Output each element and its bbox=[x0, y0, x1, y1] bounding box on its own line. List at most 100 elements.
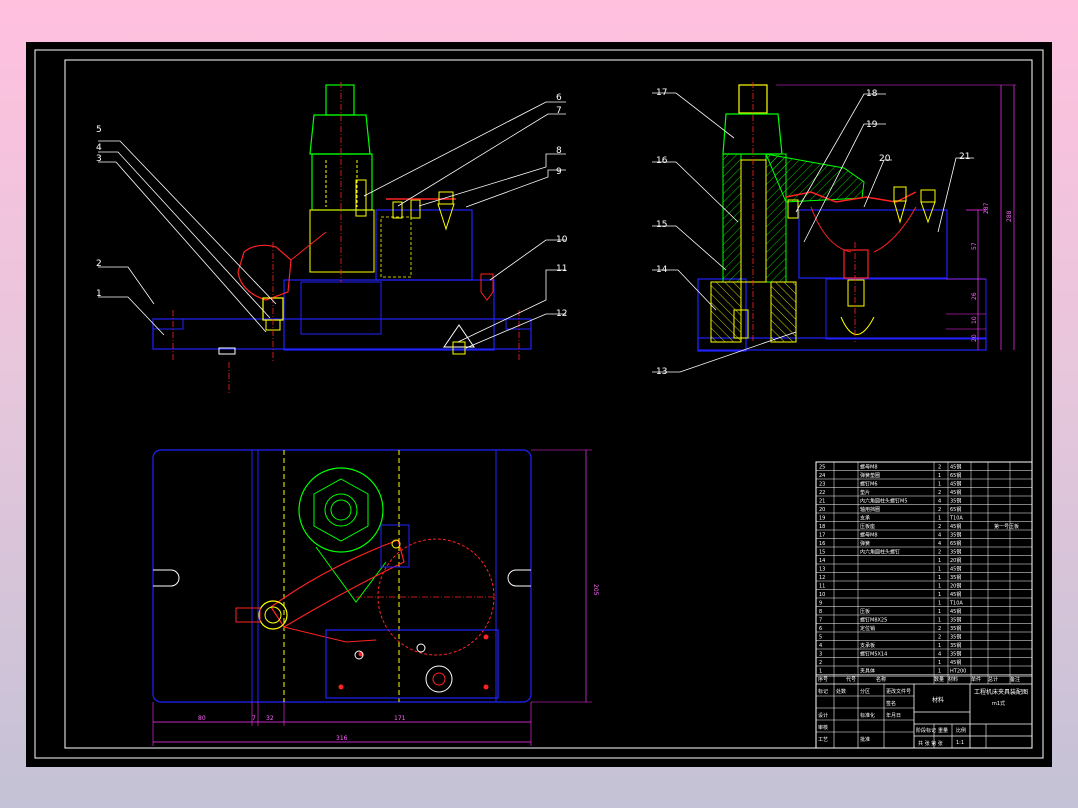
tb-col-unit: 单件 bbox=[971, 676, 981, 683]
bom-cell-name: 压板座 bbox=[860, 523, 875, 530]
top-view bbox=[152, 449, 592, 746]
tb-standardize: 标准化 bbox=[860, 712, 875, 719]
bom-cell-name: 螺母M8 bbox=[860, 532, 878, 539]
bom-cell-no: 21 bbox=[819, 499, 825, 505]
title-block bbox=[816, 675, 1032, 748]
bom-cell-name: 支承板 bbox=[860, 642, 875, 649]
part-label-13: 13 bbox=[656, 367, 667, 377]
bom-cell-mat: 65钢 bbox=[950, 472, 961, 479]
top-base-plate bbox=[152, 449, 532, 703]
bom-cell-no: 24 bbox=[819, 473, 825, 479]
bom-cell-name: 螺钉M6 bbox=[860, 481, 878, 488]
bom-cell-mat: 35钢 bbox=[950, 549, 961, 556]
bom-cell-no: 2 bbox=[819, 660, 822, 666]
part-label-16: 16 bbox=[656, 156, 668, 166]
front-view bbox=[98, 82, 566, 394]
dim-10: 10 bbox=[971, 316, 978, 324]
bom-cell-qty: 2 bbox=[938, 465, 941, 471]
bom-cell-no: 6 bbox=[819, 626, 822, 632]
bom-cell-no: 3 bbox=[819, 652, 822, 658]
tb-scale: 1:1 bbox=[956, 740, 964, 746]
bom-cell-qty: 1 bbox=[938, 567, 941, 573]
dim-32: 32 bbox=[266, 715, 274, 722]
bom-cell-name: 内六角圆柱头螺钉M5 bbox=[860, 498, 908, 505]
bom-cell-no: 22 bbox=[819, 490, 825, 496]
tb-chg-date: 年月日 bbox=[886, 712, 901, 719]
dim-288: 288 bbox=[1006, 210, 1013, 222]
bom-cell-qty: 2 bbox=[938, 507, 941, 513]
bom-cell-no: 4 bbox=[819, 643, 822, 649]
bom-cell-qty: 4 bbox=[938, 533, 941, 539]
part-label-5: 5 bbox=[96, 125, 102, 135]
tb-stage-mark: 阶段标记 bbox=[916, 727, 936, 734]
tb-sheet-info: 共 张 第 张 bbox=[918, 740, 943, 747]
bom-cell-qty: 1 bbox=[938, 609, 941, 615]
bom-cell-name: 压板 bbox=[860, 608, 870, 615]
bom-cell-no: 5 bbox=[819, 635, 822, 641]
part-label-3: 3 bbox=[96, 154, 102, 164]
tb-col-no: 序号 bbox=[818, 676, 828, 683]
bom-cell-no: 8 bbox=[819, 609, 822, 615]
bom-cell-mat: 45钢 bbox=[950, 608, 961, 615]
bom-cell-mat: 35钢 bbox=[950, 532, 961, 539]
part-label-4: 4 bbox=[96, 143, 102, 153]
top-clamp-nut bbox=[298, 467, 384, 553]
bom-cell-mat: 35钢 bbox=[950, 617, 961, 624]
bom-cell-qty: 2 bbox=[938, 635, 941, 641]
bom-cell-no: 13 bbox=[819, 567, 825, 573]
bom-cell-qty: 2 bbox=[938, 524, 941, 530]
bom-cell-qty: 1 bbox=[938, 558, 941, 564]
tb-col-name: 名称 bbox=[876, 676, 886, 683]
tb-role-design: 设计 bbox=[818, 712, 828, 719]
bom-cell-qty: 4 bbox=[938, 652, 941, 658]
dim-7: 7 bbox=[252, 715, 256, 722]
side-hatch-left bbox=[722, 153, 742, 283]
part-label-2: 2 bbox=[96, 259, 102, 269]
part-label-1: 1 bbox=[96, 289, 102, 299]
part-label-10: 10 bbox=[556, 235, 568, 245]
clamp-nut bbox=[309, 114, 371, 155]
part-label-18: 18 bbox=[866, 89, 878, 99]
dim-171: 171 bbox=[394, 715, 406, 722]
spring-housing bbox=[309, 209, 375, 273]
part-label-20: 20 bbox=[879, 154, 891, 164]
clamp-nut-top bbox=[325, 84, 355, 116]
fixture-block bbox=[375, 209, 473, 281]
bom-cell-name: 弹簧 bbox=[860, 540, 870, 547]
tb-chg-zone: 分区 bbox=[860, 688, 870, 695]
dim-57: 57 bbox=[971, 242, 978, 250]
bom-cell-mat: 45钢 bbox=[950, 659, 961, 666]
tb-col-total: 总计 bbox=[988, 676, 998, 683]
tb-drawing-title: 工程机床夹具装配图 bbox=[974, 688, 1028, 696]
bom-cell-mat: 45钢 bbox=[950, 481, 961, 488]
bom-cell-mat: 35钢 bbox=[950, 634, 961, 641]
bom-cell-name: 螺母M8 bbox=[860, 464, 878, 471]
bom-cell-qty: 1 bbox=[938, 592, 941, 598]
bom-cell-mat: 35钢 bbox=[950, 642, 961, 649]
bom-cell-qty: 1 bbox=[938, 660, 941, 666]
bom-cell-mat: 45钢 bbox=[950, 523, 961, 530]
bom-cell-no: 9 bbox=[819, 601, 822, 607]
bom-cell-mat: 45钢 bbox=[950, 591, 961, 598]
bom-cell-mat: 35钢 bbox=[950, 625, 961, 632]
bom-cell-no: 14 bbox=[819, 558, 825, 564]
bom-cell-mat: 65钢 bbox=[950, 506, 961, 513]
bom-cell-mat: 20钢 bbox=[950, 557, 961, 564]
bom-cell-mat: 45钢 bbox=[950, 464, 961, 471]
bom-cell-name: 内六角圆柱头螺钉 bbox=[860, 549, 900, 556]
bom-cell-name: 支承 bbox=[860, 515, 870, 522]
dim-80: 80 bbox=[198, 715, 206, 722]
bom-cell-name: 螺钉M8X25 bbox=[860, 617, 887, 624]
outer-frame bbox=[34, 49, 1044, 759]
tb-role-process: 工艺 bbox=[818, 737, 828, 743]
bom-cell-name: 夹具体 bbox=[860, 668, 875, 675]
bom-cell-mat: T10A bbox=[949, 601, 963, 607]
bom-cell-qty: 2 bbox=[938, 626, 941, 632]
bom-cell-no: 11 bbox=[819, 584, 825, 590]
bom-cell-no: 16 bbox=[819, 541, 825, 547]
top-fixture-block bbox=[325, 629, 499, 699]
bom-cell-no: 25 bbox=[819, 465, 825, 471]
bom-cell-qty: 1 bbox=[938, 669, 941, 675]
dim-26: 26 bbox=[971, 292, 978, 300]
bom-cell-qty: 1 bbox=[938, 575, 941, 581]
